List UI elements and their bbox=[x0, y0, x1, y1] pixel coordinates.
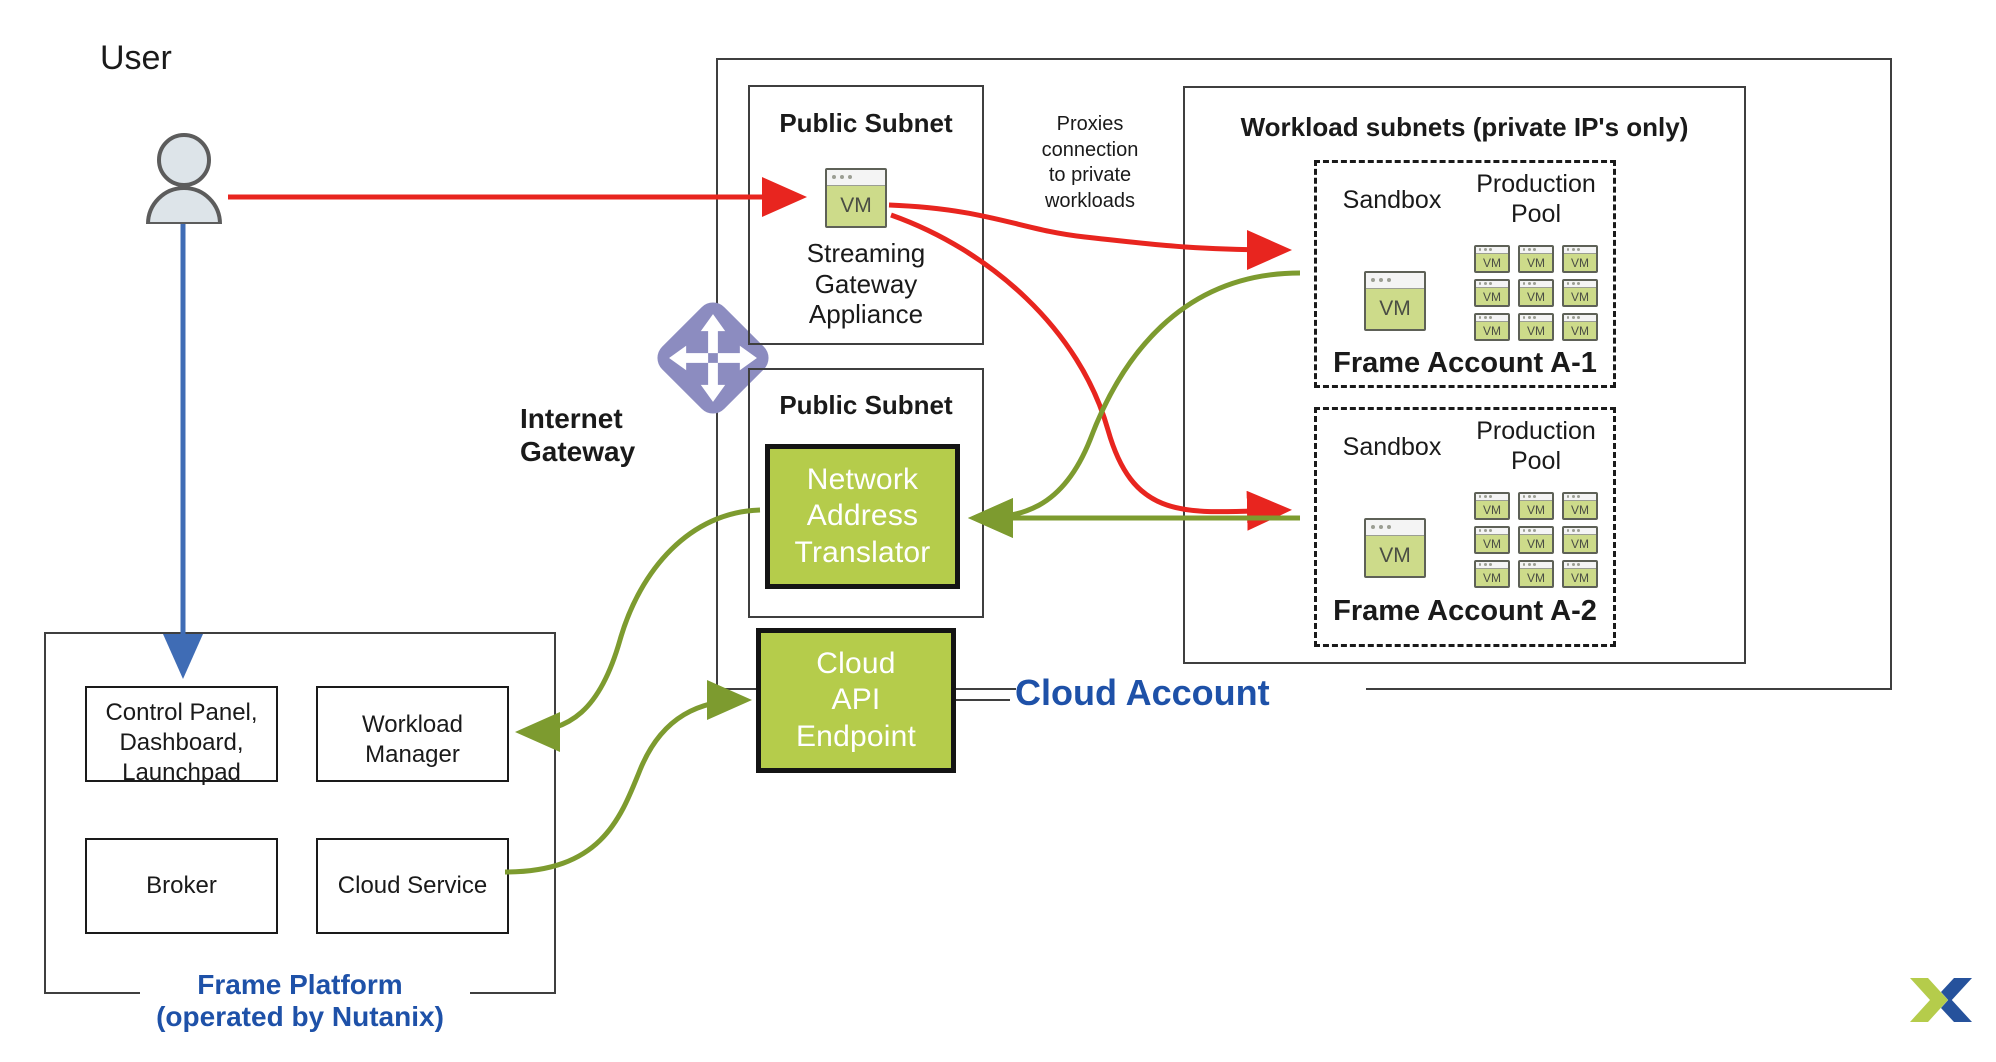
frame-account-a2-name: Frame Account A-2 bbox=[1333, 595, 1597, 627]
user-label: User bbox=[100, 39, 172, 77]
cloud-api-endpoint-block: Cloud API Endpoint bbox=[756, 628, 956, 773]
vm-icon-label: VM bbox=[1571, 570, 1589, 585]
vm-icon-label: VM bbox=[1571, 323, 1589, 338]
internet-gateway-label: Internet Gateway bbox=[520, 403, 636, 468]
frame-account-a1-production-pool-grid: VM VM VM VM VM VM VM VM VM bbox=[1474, 245, 1598, 343]
frame-account-a2-sandbox-vm-icon: VM bbox=[1364, 518, 1426, 578]
vm-icon-titlebar bbox=[1476, 281, 1508, 288]
pool-vm-icon: VM bbox=[1474, 526, 1510, 554]
vm-icon-label: VM bbox=[1571, 255, 1589, 270]
pool-vm-icon: VM bbox=[1562, 279, 1598, 307]
vm-icon-titlebar bbox=[1476, 562, 1508, 569]
vm-icon-titlebar bbox=[1564, 281, 1596, 288]
pool-vm-icon: VM bbox=[1518, 245, 1554, 273]
nutanix-x-logo bbox=[1908, 968, 1974, 1032]
frame-account-a1-name: Frame Account A-1 bbox=[1333, 347, 1597, 379]
frame-account-a2-sandbox-label: Sandbox bbox=[1342, 433, 1442, 461]
pool-vm-icon: VM bbox=[1518, 560, 1554, 588]
vm-icon-label: VM bbox=[1571, 289, 1589, 304]
pool-vm-icon: VM bbox=[1474, 279, 1510, 307]
pool-vm-icon: VM bbox=[1518, 279, 1554, 307]
vm-icon-label: VM bbox=[1379, 297, 1411, 321]
public-subnet-bottom-title: Public Subnet bbox=[779, 390, 953, 420]
vm-icon-titlebar bbox=[1520, 315, 1552, 322]
pool-vm-icon: VM bbox=[1518, 313, 1554, 341]
streaming-gateway-vm-icon: VM bbox=[825, 168, 887, 228]
vm-icon-titlebar bbox=[1520, 562, 1552, 569]
public-subnet-top-title: Public Subnet bbox=[779, 108, 953, 138]
pool-vm-icon: VM bbox=[1562, 560, 1598, 588]
pool-vm-icon: VM bbox=[1474, 245, 1510, 273]
vm-icon-label: VM bbox=[1527, 289, 1545, 304]
vm-icon-titlebar bbox=[827, 170, 885, 186]
pool-vm-icon: VM bbox=[1518, 492, 1554, 520]
frame-account-a1-sandbox-label: Sandbox bbox=[1342, 186, 1442, 214]
frame-platform-caption-line2: (operated by Nutanix) bbox=[156, 1001, 444, 1032]
frame-account-a2-production-pool-grid: VM VM VM VM VM VM VM VM VM bbox=[1474, 492, 1598, 590]
cloud-account-label: Cloud Account bbox=[1015, 672, 1270, 713]
network-address-translator-block: Network Address Translator bbox=[765, 444, 960, 589]
pool-vm-icon: VM bbox=[1474, 313, 1510, 341]
pool-vm-icon: VM bbox=[1562, 313, 1598, 341]
vm-icon-label: VM bbox=[1527, 536, 1545, 551]
vm-icon-titlebar bbox=[1564, 315, 1596, 322]
pool-vm-icon: VM bbox=[1474, 560, 1510, 588]
vm-icon-label: VM bbox=[1571, 502, 1589, 517]
pool-vm-icon: VM bbox=[1518, 526, 1554, 554]
streaming-gateway-caption: Streaming Gateway Appliance bbox=[806, 238, 926, 330]
diagram-canvas: Cloud Account User Internet Gateway Publ… bbox=[0, 0, 1996, 1062]
vm-icon-titlebar bbox=[1564, 528, 1596, 535]
vm-icon-label: VM bbox=[1527, 502, 1545, 517]
vm-icon-titlebar bbox=[1564, 247, 1596, 254]
pool-vm-icon: VM bbox=[1474, 492, 1510, 520]
vm-icon-label: VM bbox=[1527, 323, 1545, 338]
vm-icon-label: VM bbox=[840, 194, 872, 218]
vm-icon-titlebar bbox=[1520, 281, 1552, 288]
frame-platform-cloud-service-label: Cloud Service bbox=[337, 872, 488, 899]
vm-icon-titlebar bbox=[1366, 520, 1424, 536]
vm-icon-label: VM bbox=[1379, 544, 1411, 568]
frame-platform-broker-label: Broker bbox=[146, 872, 217, 899]
workload-subnets-title: Workload subnets (private IP's only) bbox=[1240, 112, 1689, 142]
pool-vm-icon: VM bbox=[1562, 526, 1598, 554]
vm-icon-label: VM bbox=[1527, 255, 1545, 270]
vm-icon-titlebar bbox=[1564, 562, 1596, 569]
vm-icon-label: VM bbox=[1483, 536, 1501, 551]
frame-account-a1-sandbox-vm-icon: VM bbox=[1364, 271, 1426, 331]
pool-vm-icon: VM bbox=[1562, 245, 1598, 273]
frame-platform-caption-line1: Frame Platform bbox=[197, 969, 403, 1000]
vm-icon-label: VM bbox=[1483, 323, 1501, 338]
user-avatar-icon bbox=[140, 132, 228, 226]
vm-icon-titlebar bbox=[1476, 247, 1508, 254]
frame-platform-control-panel-label: Control Panel, Dashboard, Launchpad bbox=[105, 699, 258, 786]
vm-icon-titlebar bbox=[1476, 494, 1508, 501]
vm-icon-label: VM bbox=[1483, 570, 1501, 585]
vm-icon-titlebar bbox=[1366, 273, 1424, 289]
vm-icon-label: VM bbox=[1571, 536, 1589, 551]
vm-icon-label: VM bbox=[1483, 289, 1501, 304]
frame-platform-workload-manager-label: Workload Manager bbox=[362, 711, 463, 768]
pool-vm-icon: VM bbox=[1562, 492, 1598, 520]
proxies-annotation: Proxies connection to private workloads bbox=[1041, 113, 1139, 212]
vm-icon-titlebar bbox=[1520, 247, 1552, 254]
vm-icon-titlebar bbox=[1520, 494, 1552, 501]
frame-account-a2-pool-label: Production Pool bbox=[1476, 417, 1596, 475]
vm-icon-label: VM bbox=[1483, 502, 1501, 517]
vm-icon-label: VM bbox=[1483, 255, 1501, 270]
vm-icon-titlebar bbox=[1520, 528, 1552, 535]
vm-icon-titlebar bbox=[1476, 528, 1508, 535]
cloud-account-label-connector-left bbox=[958, 688, 1016, 690]
vm-icon-label: VM bbox=[1527, 570, 1545, 585]
vm-icon-titlebar bbox=[1476, 315, 1508, 322]
frame-account-a1-pool-label: Production Pool bbox=[1476, 170, 1596, 228]
vm-icon-titlebar bbox=[1564, 494, 1596, 501]
cloud-account-label-connector-right bbox=[1366, 688, 1408, 690]
